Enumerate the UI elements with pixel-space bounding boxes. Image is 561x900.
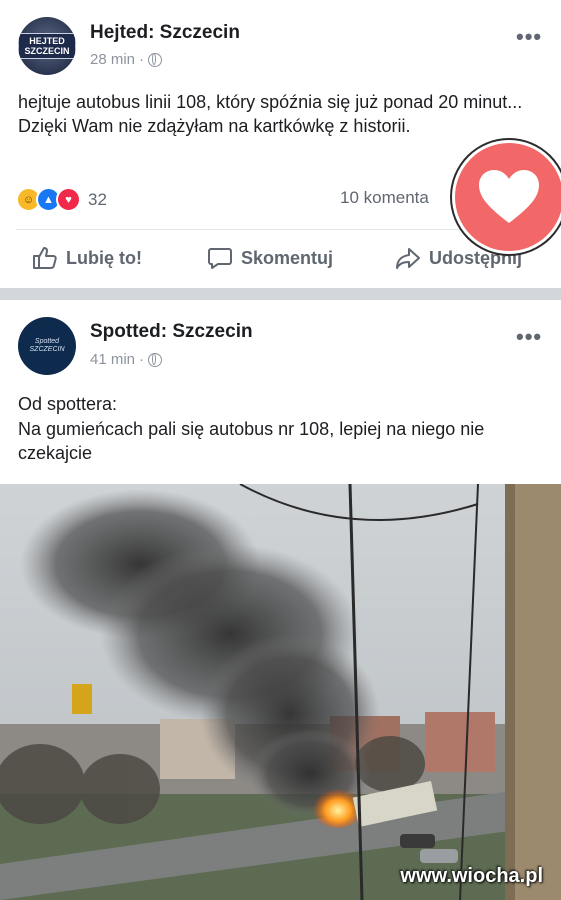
post-timestamp[interactable]: 28 min · [90,51,163,68]
author-name[interactable]: Spotted: Szczecin [90,321,253,343]
watermark: www.wiocha.pl [400,865,543,887]
comment-label: Skomentuj [241,247,334,268]
comment-button[interactable]: Skomentuj [207,246,333,270]
share-arrow-icon [396,248,420,269]
globe-icon [148,52,163,67]
timestamp-text: 41 min [90,351,136,368]
avatar-spotted-text: Spotted SZCZECIN [29,338,65,353]
author-name[interactable]: Hejted: Szczecin [90,22,240,44]
comments-count[interactable]: 10 komenta [340,188,429,208]
globe-icon [148,352,163,367]
love-icon: ♥ [56,187,81,212]
post-photo-burning-bus[interactable]: www.wiocha.pl [0,484,561,900]
thumbs-up-icon [33,247,57,269]
action-bar: Lubię to! Skomentuj Udostępnij [0,242,561,276]
reaction-count: 32 [88,189,107,209]
reactions-summary[interactable]: ☺ ▲ ♥ 32 [16,187,107,212]
feed-separator [0,288,561,300]
timestamp-text: 28 min [90,51,136,68]
like-label: Lubię to! [66,247,142,268]
post-timestamp[interactable]: 41 min · [90,351,163,368]
like-button[interactable]: Lubię to! [32,246,142,270]
more-options-button[interactable]: ••• [516,324,542,350]
comment-icon [208,248,232,269]
post-text: hejtuje autobus linii 108, który spóźnia… [18,92,523,136]
more-options-button[interactable]: ••• [516,24,542,50]
love-reaction-overlay [452,140,561,254]
post-hejted: HEJTED SZCZECIN Hejted: Szczecin 28 min … [0,0,561,288]
avatar-spotted[interactable]: Spotted SZCZECIN [18,317,76,375]
post-spotted: Spotted SZCZECIN Spotted: Szczecin 41 mi… [0,300,561,900]
heart-icon [479,170,539,223]
photo-scene [0,484,561,900]
post-text-line2: Na gumieńcach pali się autobus nr 108, l… [18,419,485,463]
avatar-hejted[interactable]: HEJTED SZCZECIN [18,17,76,75]
avatar-hejted-text: HEJTED SZCZECIN [18,33,76,59]
post-text-line1: Od spottera: [18,394,118,414]
